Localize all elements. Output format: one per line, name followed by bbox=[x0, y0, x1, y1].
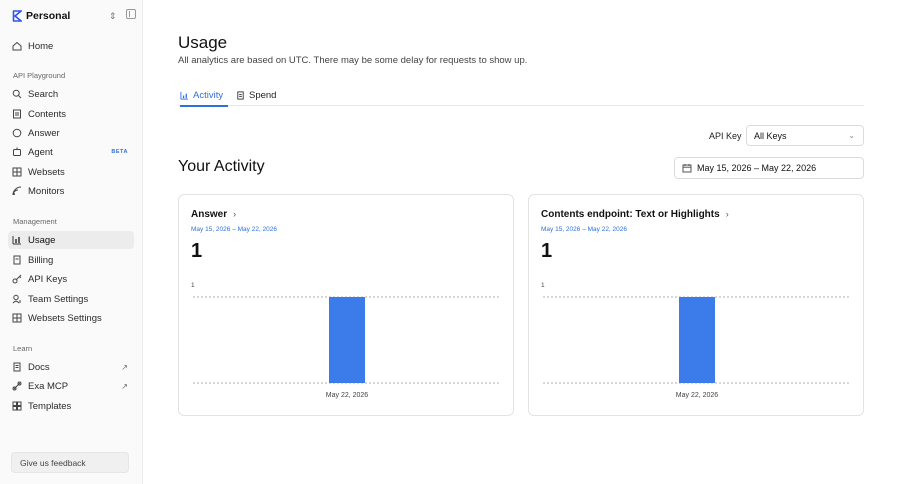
sidebar-item-label: Agent bbox=[28, 146, 53, 158]
chevron-down-icon: ⌄ bbox=[848, 131, 855, 140]
tab-activity[interactable]: Activity bbox=[180, 90, 228, 107]
bar-chart-icon bbox=[12, 235, 22, 245]
card-title-link[interactable]: Contents endpoint: Text or Highlights › bbox=[541, 209, 729, 220]
bar bbox=[329, 297, 365, 383]
section-label-learn: Learn bbox=[13, 344, 33, 353]
x-tick-label: May 22, 2026 bbox=[676, 392, 719, 399]
search-icon bbox=[12, 89, 22, 99]
x-tick-label: May 22, 2026 bbox=[326, 392, 369, 399]
card-total: 1 bbox=[191, 240, 203, 262]
grid-icon bbox=[12, 313, 22, 323]
chevron-updown-icon[interactable]: ⇕ bbox=[109, 10, 117, 22]
card-title-link[interactable]: Answer › bbox=[191, 209, 236, 220]
sidebar-item-label: Home bbox=[28, 40, 54, 52]
sidebar-item-contents[interactable]: Contents bbox=[8, 105, 134, 123]
sidebar-item-billing[interactable]: Billing bbox=[8, 251, 134, 269]
bar-chart: 1 May 22, 2026 bbox=[541, 282, 851, 399]
sidebar-item-label: Docs bbox=[28, 361, 50, 373]
sidebar-item-monitors[interactable]: Monitors bbox=[8, 182, 134, 200]
tab-label: Activity bbox=[193, 90, 224, 101]
bar-chart-icon bbox=[180, 91, 189, 100]
activity-card-answer[interactable]: Answer › May 15, 2026 – May 22, 2026 1 1 M… bbox=[178, 194, 514, 416]
y-tick-label: 1 bbox=[191, 282, 195, 289]
api-key-value: All Keys bbox=[754, 130, 787, 141]
sidebar-item-exa-mcp[interactable]: Exa MCP ↗ bbox=[8, 377, 134, 395]
user-icon bbox=[12, 294, 22, 304]
feedback-button[interactable]: Give us feedback bbox=[11, 452, 129, 473]
workspace-name: Personal bbox=[26, 10, 71, 22]
receipt-icon bbox=[237, 91, 244, 100]
sidebar-item-team-settings[interactable]: Team Settings bbox=[8, 290, 134, 308]
sidebar-item-label: Templates bbox=[28, 400, 72, 412]
sidebar-item-label: Team Settings bbox=[28, 293, 89, 305]
page-title: Usage bbox=[178, 33, 228, 52]
y-tick-label: 1 bbox=[541, 282, 545, 289]
doc-icon bbox=[12, 362, 22, 372]
sidebar-item-websets-settings[interactable]: Websets Settings bbox=[8, 309, 134, 327]
card-total: 1 bbox=[541, 240, 553, 262]
calendar-icon bbox=[682, 164, 692, 173]
api-key-label: API Key bbox=[709, 131, 742, 141]
home-icon bbox=[12, 41, 22, 51]
sidebar-item-label: API Keys bbox=[28, 273, 68, 285]
tab-bar: Activity Spend bbox=[178, 86, 864, 107]
chat-icon bbox=[12, 128, 22, 138]
grid-icon bbox=[12, 167, 22, 177]
exa-logo-icon bbox=[12, 10, 22, 22]
sidebar-item-label: Search bbox=[28, 88, 59, 100]
template-icon bbox=[12, 401, 22, 411]
sidebar-collapse-icon[interactable] bbox=[126, 9, 136, 19]
activity-card-contents[interactable]: Contents endpoint: Text or Highlights › M… bbox=[528, 194, 864, 416]
card-title: Contents endpoint: Text or Highlights bbox=[541, 209, 720, 220]
key-icon bbox=[12, 274, 22, 284]
sidebar-item-label: Websets bbox=[28, 166, 65, 178]
file-icon bbox=[12, 109, 22, 119]
section-label-management: Management bbox=[13, 217, 57, 226]
link-icon bbox=[12, 381, 22, 391]
external-link-icon: ↗ bbox=[121, 381, 128, 391]
chevron-right-icon: › bbox=[233, 209, 237, 219]
sidebar-item-label: Websets Settings bbox=[28, 312, 102, 324]
sidebar-item-label: Contents bbox=[28, 108, 67, 120]
bar bbox=[679, 297, 715, 383]
api-key-select[interactable]: All Keys ⌄ bbox=[746, 125, 864, 146]
sidebar-item-agent[interactable]: Agent BETA bbox=[8, 143, 134, 161]
chevron-right-icon: › bbox=[725, 209, 729, 219]
sidebar-item-home[interactable]: Home bbox=[8, 37, 134, 55]
sidebar-item-label: Monitors bbox=[28, 185, 65, 197]
date-range-value: May 15, 2026 – May 22, 2026 bbox=[697, 163, 817, 173]
section-label-api-playground: API Playground bbox=[13, 71, 66, 80]
sidebar-item-answer[interactable]: Answer bbox=[8, 124, 134, 142]
sidebar-item-label: Usage bbox=[28, 234, 56, 246]
external-link-icon: ↗ bbox=[121, 362, 128, 372]
receipt-icon bbox=[12, 255, 22, 265]
card-title: Answer bbox=[191, 209, 228, 220]
sidebar-item-search[interactable]: Search bbox=[8, 85, 134, 103]
sidebar-item-label: Billing bbox=[28, 254, 54, 266]
page-subtitle: All analytics are based on UTC. There ma… bbox=[178, 55, 528, 66]
sidebar-item-docs[interactable]: Docs ↗ bbox=[8, 358, 134, 376]
workspace-switcher[interactable]: Personal ⇕ bbox=[12, 9, 137, 23]
section-title: Your Activity bbox=[178, 158, 265, 175]
sidebar: Personal ⇕ Home API Playground Search Co… bbox=[0, 0, 143, 484]
tab-spend[interactable]: Spend bbox=[236, 90, 276, 106]
tab-label: Spend bbox=[249, 90, 277, 101]
sidebar-item-label: Exa MCP bbox=[28, 380, 69, 392]
date-range-picker[interactable]: May 15, 2026 – May 22, 2026 bbox=[674, 157, 864, 179]
sidebar-item-websets[interactable]: Websets bbox=[8, 163, 134, 181]
sidebar-item-usage[interactable]: Usage bbox=[8, 231, 134, 249]
card-date-range: May 15, 2026 – May 22, 2026 bbox=[191, 226, 278, 233]
beta-badge: BETA bbox=[111, 149, 128, 155]
signal-icon bbox=[12, 186, 22, 196]
agent-icon bbox=[12, 147, 22, 157]
card-date-range: May 15, 2026 – May 22, 2026 bbox=[541, 226, 628, 233]
sidebar-item-api-keys[interactable]: API Keys bbox=[8, 270, 134, 288]
sidebar-item-templates[interactable]: Templates bbox=[8, 397, 134, 415]
bar-chart: 1 May 22, 2026 bbox=[191, 282, 501, 399]
sidebar-item-label: Answer bbox=[28, 127, 60, 139]
